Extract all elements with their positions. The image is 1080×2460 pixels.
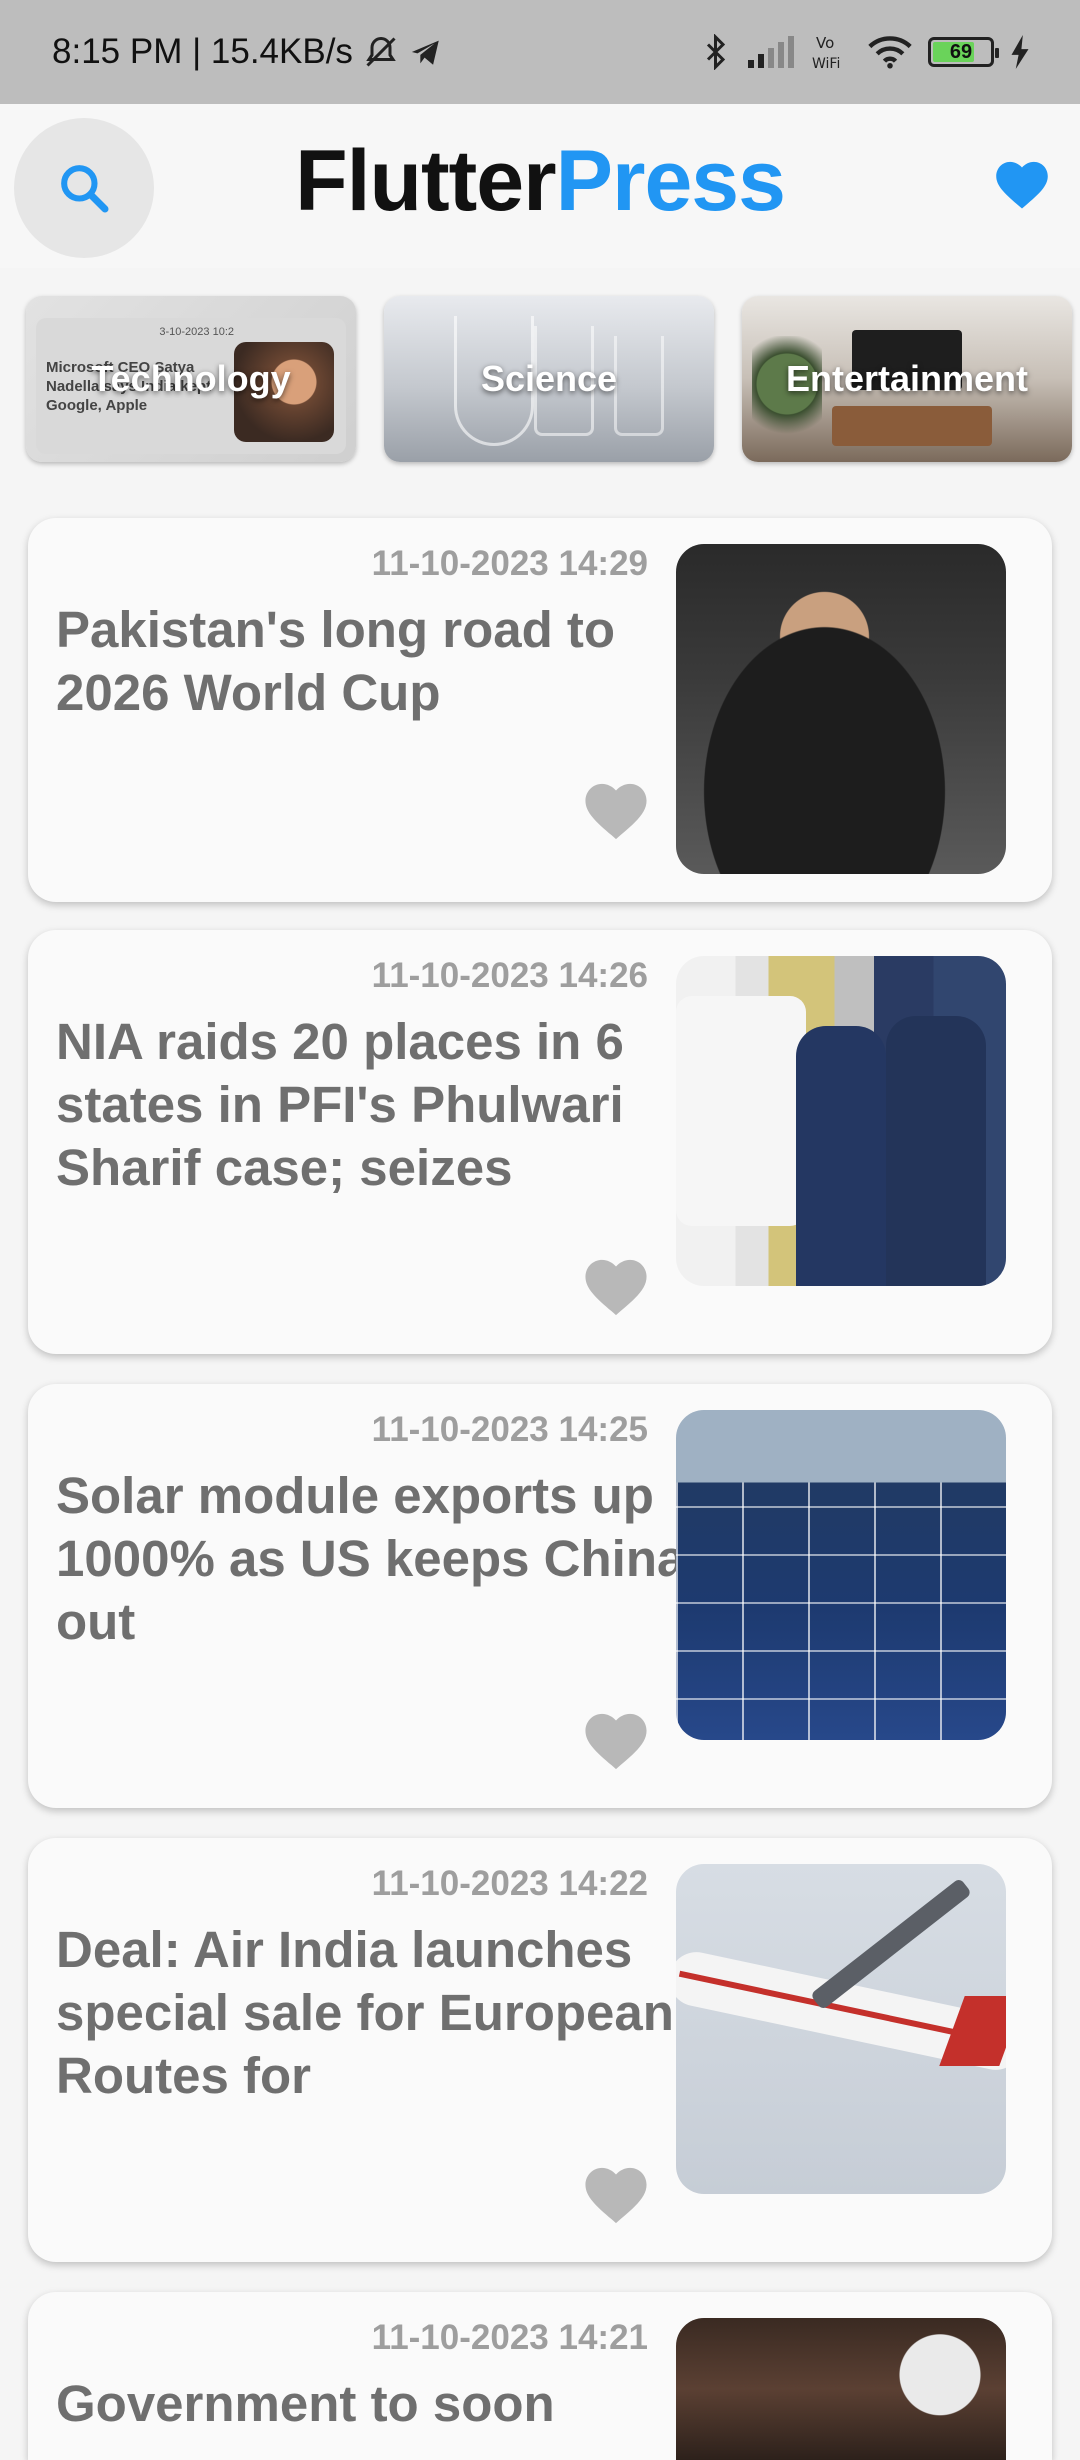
app-title-part2: Press	[555, 133, 786, 229]
app-bar: FlutterPress	[0, 104, 1080, 268]
article-card[interactable]: 11-10-2023 14:21 Government to soon	[28, 2292, 1052, 2460]
heart-icon	[585, 2167, 647, 2224]
signal-icon	[748, 36, 796, 68]
heart-icon	[585, 783, 647, 840]
status-bar: 8:15 PM | 15.4KB/s Vo WiFi 69	[0, 0, 1080, 104]
category-label: Science	[480, 358, 618, 399]
article-card[interactable]: 11-10-2023 14:26 NIA raids 20 places in …	[28, 930, 1052, 1354]
category-science[interactable]: Science	[384, 296, 714, 462]
article-image	[676, 956, 1006, 1286]
article-card[interactable]: 11-10-2023 14:25 Solar module exports up…	[28, 1384, 1052, 1808]
heart-icon	[585, 1259, 647, 1316]
telegram-icon	[409, 35, 443, 69]
article-title: Pakistan's long road to 2026 World Cup	[56, 601, 616, 721]
status-time: 8:15 PM | 15.4KB/s	[52, 32, 353, 71]
app-title-part1: Flutter	[295, 133, 557, 229]
svg-text:Vo: Vo	[816, 34, 834, 52]
article-title: Deal: Air India launches special sale fo…	[56, 1921, 674, 2104]
article-date: 11-10-2023 14:29	[371, 544, 648, 583]
article-card[interactable]: 11-10-2023 14:22 Deal: Air India launche…	[28, 1838, 1052, 2262]
article-image	[676, 1864, 1006, 2194]
battery-level: 69	[949, 40, 973, 63]
favorite-button[interactable]	[580, 2160, 652, 2228]
article-card[interactable]: 11-10-2023 14:29 Pakistan's long road to…	[28, 518, 1052, 902]
battery-indicator: 69	[928, 37, 999, 67]
heart-icon	[585, 1713, 647, 1770]
svg-text:WiFi: WiFi	[812, 56, 840, 72]
article-image	[676, 544, 1006, 874]
article-date: 11-10-2023 14:21	[371, 2318, 648, 2357]
category-label: Entertainment	[785, 358, 1029, 399]
category-label: Technology	[91, 358, 291, 399]
article-date: 11-10-2023 14:22	[371, 1864, 648, 1903]
heart-icon	[996, 161, 1048, 209]
article-image	[676, 2318, 1006, 2460]
article-title: Government to soon	[56, 2375, 555, 2432]
category-entertainment[interactable]: Entertainment	[742, 296, 1072, 462]
preview-date: 3-10-2023 10:2	[159, 326, 234, 338]
category-technology[interactable]: 3-10-2023 10:2 Microsoft CEO Satya Nadel…	[26, 296, 356, 462]
app-title: FlutterPress	[0, 132, 1080, 231]
favorites-button[interactable]	[986, 148, 1058, 220]
article-date: 11-10-2023 14:26	[371, 956, 648, 995]
charging-icon	[1010, 35, 1030, 69]
article-title: Solar module exports up 1000% as US keep…	[56, 1467, 686, 1650]
favorite-button[interactable]	[580, 1706, 652, 1774]
vowifi-icon: Vo WiFi	[812, 32, 852, 72]
favorite-button[interactable]	[580, 776, 652, 844]
article-image	[676, 1410, 1006, 1740]
article-title: NIA raids 20 places in 6 states in PFI's…	[56, 1013, 624, 1196]
bluetooth-icon	[702, 34, 732, 70]
article-date: 11-10-2023 14:25	[371, 1410, 648, 1449]
mute-bell-icon	[363, 34, 399, 70]
wifi-icon	[868, 35, 912, 69]
category-list: 3-10-2023 10:2 Microsoft CEO Satya Nadel…	[26, 296, 1072, 464]
favorite-button[interactable]	[580, 1252, 652, 1320]
